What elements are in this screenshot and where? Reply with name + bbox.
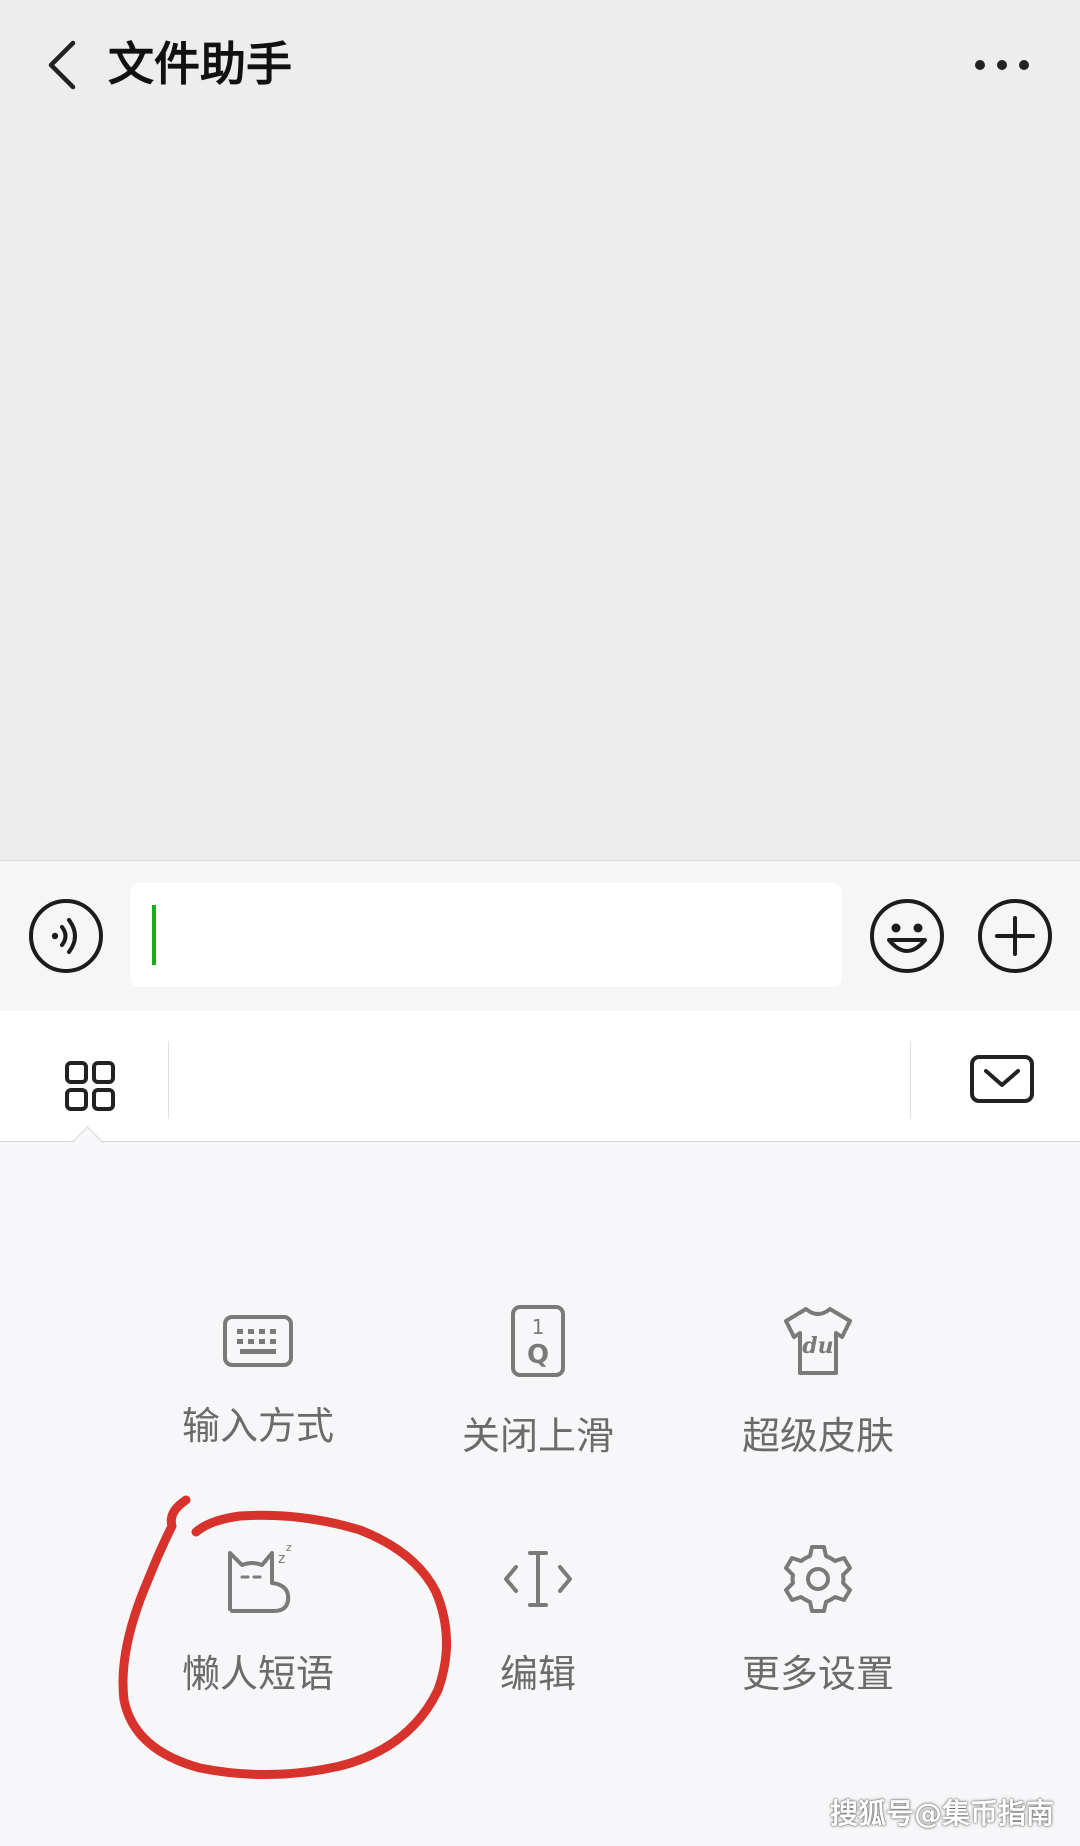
sleepy-cat-icon: z z: [228, 1541, 292, 1613]
toolbar-divider: [168, 1041, 169, 1119]
hide-keyboard-button[interactable]: [966, 1049, 1038, 1109]
plus-button[interactable]: [977, 898, 1053, 974]
chevron-left-icon: [48, 40, 76, 90]
svg-text:z: z: [286, 1541, 292, 1554]
svg-text:z: z: [278, 1551, 285, 1567]
key-1q-icon: 1 Q: [511, 1305, 565, 1377]
plus-icon: [978, 899, 1052, 973]
fn-label: 超级皮肤: [741, 1414, 894, 1458]
watermark: 搜狐号@集币指南: [829, 1797, 1054, 1830]
fn-label: 编辑: [499, 1652, 576, 1696]
message-input[interactable]: [130, 883, 842, 987]
input-bar: [0, 860, 1080, 1012]
emoji-button[interactable]: [869, 898, 945, 974]
keyboard-icon: [223, 1315, 293, 1367]
svg-text:Q: Q: [527, 1340, 549, 1370]
toolbar-divider: [910, 1041, 911, 1119]
fn-more-settings[interactable]: 更多设置: [698, 1539, 938, 1739]
grid-icon: [65, 1061, 115, 1111]
text-caret: [152, 905, 156, 965]
chat-message-area[interactable]: [0, 130, 1080, 860]
fn-label: 输入方式: [181, 1404, 334, 1448]
voice-button[interactable]: [28, 898, 104, 974]
fn-label: 懒人短语: [181, 1652, 334, 1696]
fn-close-swipe[interactable]: 1 Q 关闭上滑: [418, 1301, 658, 1501]
hide-keyboard-icon: [970, 1055, 1034, 1103]
gear-icon: [784, 1545, 852, 1613]
svg-text:du: du: [802, 1333, 833, 1359]
svg-text:1: 1: [532, 1315, 545, 1339]
text-cursor-icon: [504, 1551, 572, 1607]
more-horizontal-icon: [975, 60, 1029, 70]
voice-icon: [29, 899, 103, 973]
emoji-icon: [870, 899, 944, 973]
fn-label: 关闭上滑: [461, 1414, 614, 1458]
fn-label: 更多设置: [741, 1652, 894, 1696]
back-button[interactable]: [28, 30, 98, 100]
keyboard-toolbar: [0, 1011, 1080, 1142]
fn-lazy-phrases[interactable]: z z 懒人短语: [138, 1539, 378, 1739]
tshirt-icon: du: [784, 1307, 852, 1375]
fn-super-skin[interactable]: du 超级皮肤: [698, 1301, 938, 1501]
grid-menu-button[interactable]: [50, 1046, 130, 1126]
nav-header: 文件助手: [0, 0, 1080, 130]
fn-edit[interactable]: 编辑: [418, 1539, 658, 1739]
page-title: 文件助手: [108, 37, 292, 91]
fn-input-method[interactable]: 输入方式: [138, 1301, 378, 1501]
keyboard-panel: 输入方式 1 Q 关闭上滑 du 超级皮肤 z z 懒人短语 编辑 更多设置: [0, 1011, 1080, 1846]
more-button[interactable]: [962, 40, 1042, 90]
